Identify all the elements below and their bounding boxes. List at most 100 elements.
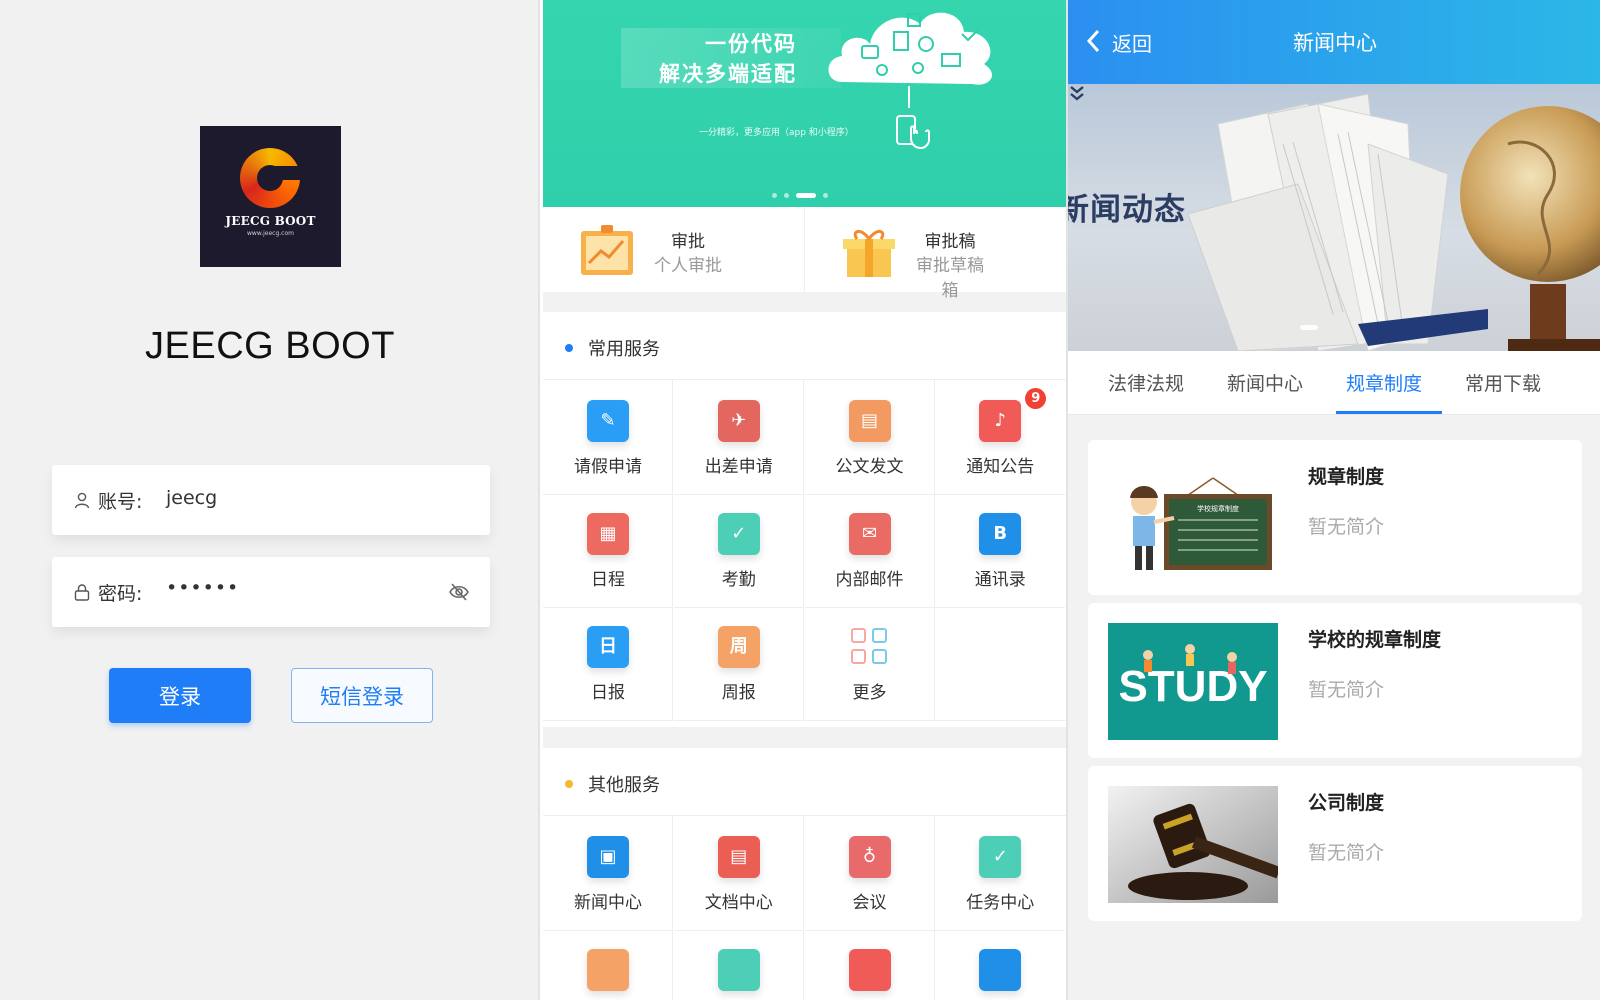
account-input[interactable]: jeecg <box>166 487 217 509</box>
service-item[interactable]: 更多 <box>804 606 935 721</box>
news-hero-banner[interactable]: 新闻动态 <box>1068 84 1600 351</box>
news-card-title: 公司制度 <box>1308 792 1385 814</box>
icon-glyph: 日 <box>599 636 617 657</box>
news-card-title: 规章制度 <box>1308 466 1385 488</box>
icon-glyph: ✎ <box>600 410 616 431</box>
carousel-dot-active[interactable] <box>796 193 816 198</box>
password-input[interactable]: •••••• <box>166 577 239 599</box>
bell-icon: ♪ <box>979 400 1022 442</box>
mail-icon: ✉ <box>848 513 891 555</box>
service-item[interactable]: ▤ 文档中心 <box>673 816 804 931</box>
study-text: STUDY <box>1118 662 1267 711</box>
banner-line-2: 解决多端适配 <box>659 62 797 86</box>
service-item[interactable]: 周周报 <box>673 606 804 721</box>
service-item[interactable]: ✓ 考勤 <box>673 493 804 608</box>
icon-glyph: ▦ <box>599 523 617 544</box>
carousel-dot[interactable] <box>772 193 777 198</box>
meeting-icon: ♁ <box>848 836 891 878</box>
carousel-dot[interactable] <box>784 193 789 198</box>
handshake-icon <box>979 949 1022 991</box>
carousel-dot[interactable] <box>823 193 828 198</box>
briefcase-icon: ▤ <box>848 400 891 442</box>
banner-line-1: 一份代码 <box>705 32 797 56</box>
news-card-title: 学校的规章制度 <box>1308 629 1442 651</box>
service-item[interactable]: ✈ 出差申请 <box>673 380 804 495</box>
approval-item[interactable]: 审批 个人审批 <box>543 207 804 292</box>
service-label: 任务中心 <box>966 893 1035 913</box>
airplane-icon: ✈ <box>717 400 760 442</box>
more-grid-icon <box>850 628 889 666</box>
approval-subtitle: 个人审批 <box>654 256 722 276</box>
approval-draft-subtitle: 审批草稿箱 <box>916 256 984 301</box>
hero-title: 新闻动态 <box>1068 192 1186 228</box>
common-services-title: 常用服务 <box>588 339 660 360</box>
news-screen: 返回 新闻中心 新闻动态 法律法规 新闻中心 规章制度 常用下载 学校规章制度 … <box>1066 0 1600 1000</box>
service-label: 周报 <box>721 683 756 703</box>
icon-glyph: ✓ <box>992 846 1008 867</box>
service-label: 通知公告 <box>966 457 1035 477</box>
service-item[interactable]: B 通讯录 <box>935 493 1066 608</box>
tab-item[interactable]: 法律法规 <box>1086 369 1206 396</box>
approval-draft-item[interactable]: 审批稿 审批草稿箱 <box>804 207 1065 301</box>
hero-carousel-dot[interactable] <box>1300 325 1318 330</box>
news-card[interactable]: STUDY 学校的规章制度 暂无简介 <box>1088 603 1582 758</box>
eye-off-icon[interactable] <box>448 582 470 602</box>
leave-request-icon: ✎ <box>587 400 629 442</box>
cloud-connector <box>908 86 910 108</box>
service-label: 考勤 <box>721 570 756 590</box>
icon-glyph: B <box>993 523 1008 544</box>
service-item[interactable]: ✉ 内部邮件 <box>804 493 935 608</box>
password-field[interactable]: 密码: •••••• <box>52 557 490 627</box>
service-item[interactable]: ▣ 新闻中心 <box>543 816 673 931</box>
login-screen: JEECG BOOT www.jeecg.com JEECG BOOT 账号: … <box>0 0 540 1000</box>
icon-glyph: ✓ <box>731 523 747 544</box>
weekly-report-icon: 周 <box>717 626 760 668</box>
daily-report-icon: 日 <box>587 626 629 668</box>
service-item[interactable] <box>674 929 804 1000</box>
tab-item[interactable]: 常用下载 <box>1443 369 1563 396</box>
service-item[interactable]: ▦ 日程 <box>543 493 673 608</box>
service-item[interactable]: 日日报 <box>543 606 673 721</box>
empty-cell <box>935 606 1066 721</box>
service-item[interactable]: ♁ 会议 <box>804 816 935 931</box>
service-label: 新闻中心 <box>574 893 642 913</box>
service-item[interactable]: ♪ 9 通知公告 <box>935 380 1066 495</box>
carousel-dots[interactable] <box>772 185 835 198</box>
service-label: 会议 <box>852 893 887 913</box>
service-item[interactable] <box>543 929 673 1000</box>
service-item[interactable] <box>805 929 935 1000</box>
news-thumbnail: STUDY <box>1108 623 1278 740</box>
logo-mark-icon <box>240 148 306 208</box>
sms-login-button[interactable]: 短信登录 <box>291 668 433 723</box>
tab-item[interactable]: 规章制度 <box>1324 369 1444 396</box>
icon-glyph: ▣ <box>599 846 617 867</box>
section-dot <box>565 344 573 352</box>
page-title: 新闻中心 <box>1293 31 1377 55</box>
login-button[interactable]: 登录 <box>109 668 251 723</box>
account-field[interactable]: 账号: jeecg <box>52 465 490 535</box>
service-item[interactable]: ▤ 公文发文 <box>804 380 935 495</box>
service-label: 日报 <box>591 683 625 703</box>
news-card[interactable]: 学校规章制度 规章制度 暂无简介 <box>1088 440 1582 595</box>
service-item[interactable] <box>935 929 1065 1000</box>
other-services-header: 其他服务 <box>543 748 1066 816</box>
user-icon <box>74 492 90 509</box>
service-item[interactable]: ✎ 请假申请 <box>543 380 673 495</box>
service-item[interactable]: ✓ 任务中心 <box>935 816 1066 931</box>
icon-glyph: ✉ <box>861 523 878 544</box>
promo-banner[interactable]: 一份代码 解决多端适配 一分精彩，更多应用（app 和小程序） <box>543 0 1066 207</box>
notification-badge: 9 <box>1025 388 1047 409</box>
lock-icon <box>74 584 90 601</box>
common-services-section: 常用服务 ✎ 请假申请 ✈ 出差申请 ▤ 公文发文 ♪ 9 通知公告 ▦ 日程 ✓ 考勤 ✉ 内部邮件 B 通讯… <box>543 312 1066 727</box>
tab-item[interactable]: 新闻中心 <box>1205 369 1325 396</box>
news-thumbnail: 学校规章制度 <box>1108 460 1278 577</box>
other-services-title: 其他服务 <box>588 775 660 796</box>
chart-board-icon <box>581 225 633 275</box>
news-card-desc: 暂无简介 <box>1308 679 1385 701</box>
news-thumbnail <box>1108 786 1278 903</box>
news-card[interactable]: 公司制度 暂无简介 <box>1088 766 1582 921</box>
password-label: 密码: <box>98 583 143 605</box>
logo-url: www.jeecg.com <box>247 230 294 237</box>
service-label: 公文发文 <box>835 457 904 477</box>
active-tab-indicator <box>1336 411 1442 414</box>
